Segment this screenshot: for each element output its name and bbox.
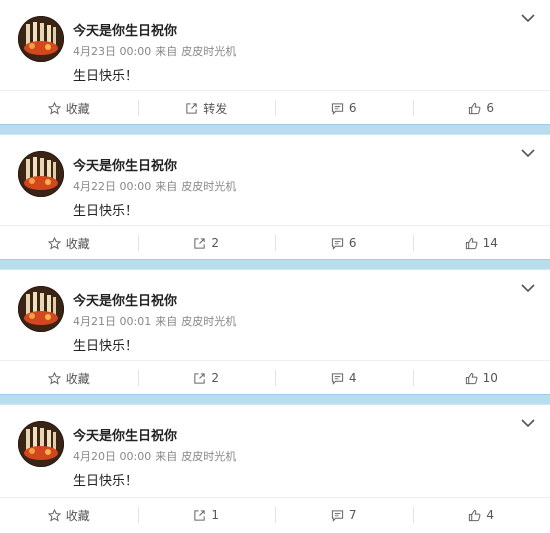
comment-bubble-icon xyxy=(331,372,344,385)
post-card: 今天是你生日祝你 4月20日 00:00 来自皮皮时光机 生日快乐！ 收藏 1 7… xyxy=(0,405,550,533)
post-text: 生日快乐！ xyxy=(73,65,138,84)
comment-button[interactable]: 7 xyxy=(275,498,413,532)
collect-label: 收藏 xyxy=(66,507,90,524)
post-meta: 4月21日 00:01 来自皮皮时光机 xyxy=(73,313,240,329)
thumbs-up-icon xyxy=(465,372,478,385)
comment-bubble-icon xyxy=(331,102,344,115)
collect-button[interactable]: 收藏 xyxy=(0,91,138,125)
author-name[interactable]: 今天是你生日祝你 xyxy=(73,290,177,309)
comment-button[interactable]: 6 xyxy=(275,226,413,260)
chevron-down-icon[interactable] xyxy=(520,417,536,429)
action-bar: 收藏 转发 6 6 xyxy=(0,90,550,125)
action-bar: 收藏 2 4 10 xyxy=(0,360,550,395)
post-meta: 4月23日 00:00 来自皮皮时光机 xyxy=(73,43,240,59)
collect-button[interactable]: 收藏 xyxy=(0,498,138,532)
post-card: 今天是你生日祝你 4月23日 00:00 来自皮皮时光机 生日快乐！ 收藏 转发 … xyxy=(0,0,550,124)
author-name[interactable]: 今天是你生日祝你 xyxy=(73,425,177,444)
repost-button[interactable]: 2 xyxy=(138,361,276,395)
thumbs-up-icon xyxy=(465,237,478,250)
action-bar: 收藏 1 7 4 xyxy=(0,497,550,532)
repost-count: 1 xyxy=(211,508,219,522)
collect-label: 收藏 xyxy=(66,235,90,252)
star-icon xyxy=(48,372,61,385)
avatar[interactable] xyxy=(18,286,64,332)
avatar[interactable] xyxy=(18,16,64,62)
comment-button[interactable]: 4 xyxy=(275,361,413,395)
like-count: 14 xyxy=(483,236,498,250)
repost-label: 转发 xyxy=(203,100,227,117)
repost-button[interactable]: 2 xyxy=(138,226,276,260)
avatar-photo-icon xyxy=(18,16,64,62)
post-source[interactable]: 皮皮时光机 xyxy=(181,450,236,463)
chevron-down-icon[interactable] xyxy=(520,282,536,294)
share-arrow-icon xyxy=(193,237,206,250)
like-count: 6 xyxy=(486,101,494,115)
action-bar: 收藏 2 6 14 xyxy=(0,225,550,260)
author-name[interactable]: 今天是你生日祝你 xyxy=(73,155,177,174)
from-label: 来自 xyxy=(155,180,177,193)
share-arrow-icon xyxy=(193,372,206,385)
share-arrow-icon xyxy=(193,509,206,522)
post-date[interactable]: 4月20日 00:00 xyxy=(73,450,151,463)
avatar-photo-icon xyxy=(18,151,64,197)
post-card: 今天是你生日祝你 4月21日 00:01 来自皮皮时光机 生日快乐！ 收藏 2 4… xyxy=(0,270,550,394)
chevron-down-icon[interactable] xyxy=(520,12,536,24)
collect-label: 收藏 xyxy=(66,370,90,387)
comment-button[interactable]: 6 xyxy=(275,91,413,125)
repost-button[interactable]: 转发 xyxy=(138,91,276,125)
post-source[interactable]: 皮皮时光机 xyxy=(181,315,236,328)
post-source[interactable]: 皮皮时光机 xyxy=(181,180,236,193)
star-icon xyxy=(48,102,61,115)
post-date[interactable]: 4月21日 00:01 xyxy=(73,315,151,328)
post-separator xyxy=(0,124,550,135)
weibo-feed: 今天是你生日祝你 4月23日 00:00来自皮皮时光机 生日快乐！ 收藏 转发 … xyxy=(0,0,550,533)
post-text: 生日快乐！ xyxy=(73,470,138,489)
repost-count: 2 xyxy=(211,236,219,250)
comment-count: 6 xyxy=(349,101,357,115)
like-button[interactable]: 14 xyxy=(413,226,550,260)
thumbs-up-icon xyxy=(468,509,481,522)
from-label: 来自 xyxy=(155,315,177,328)
like-button[interactable]: 10 xyxy=(413,361,550,395)
from-label: 来自 xyxy=(155,45,177,58)
like-button[interactable]: 6 xyxy=(413,91,550,125)
post-date[interactable]: 4月22日 00:00 xyxy=(73,180,151,193)
avatar-photo-icon xyxy=(18,286,64,332)
avatar-photo-icon xyxy=(18,421,64,467)
like-count: 10 xyxy=(483,371,498,385)
chevron-down-icon[interactable] xyxy=(520,147,536,159)
post-text: 生日快乐！ xyxy=(73,335,138,354)
star-icon xyxy=(48,237,61,250)
collect-button[interactable]: 收藏 xyxy=(0,226,138,260)
comment-count: 7 xyxy=(349,508,357,522)
post-separator xyxy=(0,394,550,405)
post-meta: 4月22日 00:00 来自皮皮时光机 xyxy=(73,178,240,194)
share-arrow-icon xyxy=(185,102,198,115)
post-source[interactable]: 皮皮时光机 xyxy=(181,45,236,58)
star-icon xyxy=(48,509,61,522)
post-date[interactable]: 4月23日 00:00 xyxy=(73,45,151,58)
collect-button[interactable]: 收藏 xyxy=(0,361,138,395)
avatar[interactable] xyxy=(18,151,64,197)
comment-count: 4 xyxy=(349,371,357,385)
like-count: 4 xyxy=(486,508,494,522)
from-label: 来自 xyxy=(155,450,177,463)
post-meta: 4月20日 00:00 来自皮皮时光机 xyxy=(73,448,240,464)
collect-label: 收藏 xyxy=(66,100,90,117)
thumbs-up-icon xyxy=(468,102,481,115)
post-text: 生日快乐！ xyxy=(73,200,138,219)
comment-bubble-icon xyxy=(331,237,344,250)
repost-button[interactable]: 1 xyxy=(138,498,276,532)
author-name[interactable]: 今天是你生日祝你 xyxy=(73,20,177,39)
post-separator xyxy=(0,259,550,270)
post-card: 今天是你生日祝你 4月22日 00:00 来自皮皮时光机 生日快乐！ 收藏 2 6… xyxy=(0,135,550,259)
comment-bubble-icon xyxy=(331,509,344,522)
comment-count: 6 xyxy=(349,236,357,250)
like-button[interactable]: 4 xyxy=(413,498,550,532)
avatar[interactable] xyxy=(18,421,64,467)
repost-count: 2 xyxy=(211,371,219,385)
